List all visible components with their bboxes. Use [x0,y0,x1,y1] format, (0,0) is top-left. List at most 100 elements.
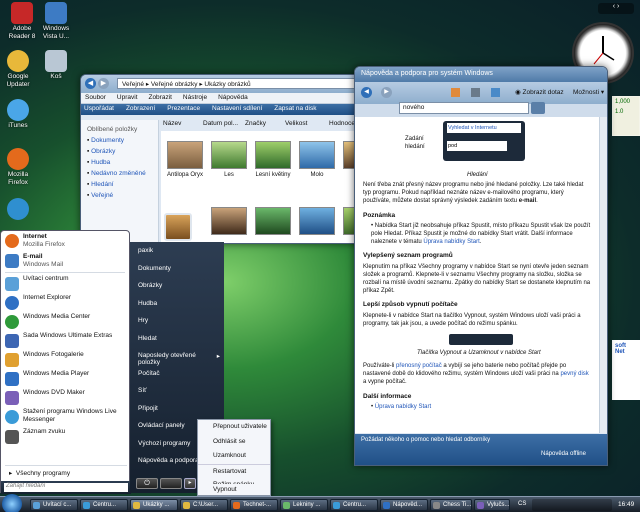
fav-music[interactable]: ▪ Hudba [87,157,152,168]
pinned-email[interactable]: E-mail Windows Mail [1,251,129,271]
browse-icon[interactable] [491,88,500,97]
program-media-player[interactable]: Windows Media Player [1,369,129,388]
file-thumb[interactable] [299,207,335,235]
internet-explorer-icon [5,296,19,310]
sm-games[interactable]: Hry [130,312,224,330]
forward-icon[interactable]: ▶ [381,87,392,98]
program-ultimate-extras[interactable]: Sada Windows Ultimate Extras [1,331,129,350]
fav-recent[interactable]: ▪ Nedávno změněné [87,168,152,179]
sm-computer[interactable]: Počítač [130,365,224,383]
taskbar-button[interactable]: Nápověd... [380,499,428,511]
taskbar-button[interactable]: Centru... [80,499,128,511]
user-picture-icon[interactable] [164,213,192,241]
file-thumb[interactable] [255,207,291,235]
switch-user-item[interactable]: Přepnout uživatele [198,420,270,435]
taskbar-button[interactable]: Chess Ti... [430,499,472,511]
sm-music[interactable]: Hudba [130,295,224,313]
taskbar-button[interactable]: Centru... [330,499,378,511]
start-button[interactable] [2,494,22,512]
sharing-button[interactable]: Nastavení sdílení [212,105,262,112]
desktop-icon-recycle-bin[interactable]: Koš [36,50,76,81]
fav-pictures[interactable]: ▪ Obrázky [87,146,152,157]
menu-napoveda[interactable]: Nápověda [218,94,248,101]
print-icon[interactable] [471,88,480,97]
file-thumb[interactable] [255,141,291,169]
start-search-input[interactable]: Zahájit hledání [1,481,131,494]
column-size[interactable]: Velikost [285,120,307,127]
help-search-input[interactable]: nového [399,102,529,114]
options-button[interactable]: Možnosti ▾ [573,88,604,96]
file-thumb[interactable] [211,207,247,235]
program-internet-explorer[interactable]: Internet Explorer [1,293,129,312]
help-search-icon[interactable] [531,102,545,114]
power-submenu-shutdown[interactable]: Vypnout [197,484,271,496]
organize-button[interactable]: Uspořádat [84,105,114,112]
taskbar-button[interactable]: Lekniny ... [280,499,328,511]
program-live-messenger[interactable]: Stažení programu Windows Live Messenger [1,407,129,427]
file-thumb[interactable] [211,141,247,169]
column-date[interactable]: Datum pol... [203,120,238,127]
column-name[interactable]: Název [163,120,181,127]
program-welcome-center[interactable]: Uvítací centrum [1,274,129,293]
ask-button[interactable]: ◉ Zobrazit dotaz [515,88,564,96]
program-media-center[interactable]: Windows Media Center [1,312,129,331]
sm-documents[interactable]: Dokumenty [130,260,224,278]
taskbar-button[interactable]: Uvítací c... [30,499,78,511]
menu-upravit[interactable]: Upravit [117,94,138,101]
fav-public[interactable]: ▪ Veřejné [87,190,152,201]
lock-item[interactable]: Uzamknout [198,449,270,464]
sm-connect[interactable]: Připojit [130,400,224,418]
fav-search[interactable]: ▪ Hledání [87,179,152,190]
ask-someone-link[interactable]: Požádat někoho o pomoc nebo hledat odbor… [361,437,490,443]
app-icon [333,502,340,509]
program-photo-gallery[interactable]: Windows Fotogalerie [1,350,129,369]
sidebar-close-buttons[interactable]: ‹ › [598,3,634,14]
pinned-internet[interactable]: Internet Mozilla Firefox [1,231,129,251]
news-gadget[interactable]: soft Net [612,340,640,400]
power-arrow-button[interactable]: ▸ [184,478,196,489]
restart-item[interactable]: Restartovat [198,463,270,479]
column-tags[interactable]: Značky [245,120,266,127]
slideshow-button[interactable]: Prezentace [167,105,200,112]
back-icon[interactable]: ◀ [85,78,96,89]
menu-zobrazit[interactable]: Zobrazit [148,94,171,101]
lock-button[interactable] [160,478,182,489]
log-off-item[interactable]: Odhlásit se [198,435,270,450]
note-link[interactable]: Úprava nabídky Start [423,239,479,245]
program-dvd-maker[interactable]: Windows DVD Maker [1,388,129,407]
all-programs-button[interactable]: ▸ Všechny programy [5,465,127,477]
sm-recent-items[interactable]: Naposledy otevřené položky ▸ [130,347,224,366]
burn-button[interactable]: Zapsat na disk [274,105,316,112]
fav-documents[interactable]: ▪ Dokumenty [87,135,152,146]
sm-pictures[interactable]: Obrázky [130,277,224,295]
file-thumb[interactable] [167,141,203,169]
menu-nastroje[interactable]: Nástroje [183,94,207,101]
media-player-icon [5,372,19,386]
sm-network[interactable]: Síť [130,382,224,400]
desktop-icon-firefox[interactable]: Mozilla Firefox [0,148,38,187]
desktop-icon-search[interactable] [0,198,38,221]
desktop-icon-windows-vista[interactable]: Windows Vista U... [36,2,76,41]
breadcrumb[interactable]: Veřejné ▸ Veřejné obrázky ▸ Ukázky obráz… [117,78,357,89]
sm-user[interactable]: paxik [130,242,224,260]
file-thumb[interactable] [299,141,335,169]
home-icon[interactable] [451,88,460,97]
power-button[interactable]: ⏻ [136,478,158,489]
language-indicator[interactable]: CS [518,501,526,507]
offline-help-button[interactable]: Nápověda offline [541,451,586,457]
sm-search[interactable]: Hledat [130,330,224,348]
views-button[interactable]: Zobrazení [126,105,155,112]
forward-icon[interactable]: ▶ [97,78,109,89]
clock-time[interactable]: 16:49 [618,501,634,508]
taskbar-button[interactable]: Technet-... [230,499,278,511]
taskbar-button[interactable]: Vylučs... [474,499,510,511]
taskbar-button[interactable]: Ukázky ... [130,499,178,511]
back-icon[interactable]: ◀ [361,87,372,98]
program-sound-recorder[interactable]: Záznam zvuku [1,427,129,446]
taskbar-button[interactable]: C:\User... [180,499,228,511]
stock-gadget[interactable]: 1,000 1.0 [612,96,640,136]
help-scrollbar[interactable] [599,117,607,433]
desktop-icon-google-updater[interactable]: Google Updater [0,50,38,89]
menu-soubor[interactable]: Soubor [85,94,106,101]
desktop-icon-itunes[interactable]: iTunes [0,99,38,130]
